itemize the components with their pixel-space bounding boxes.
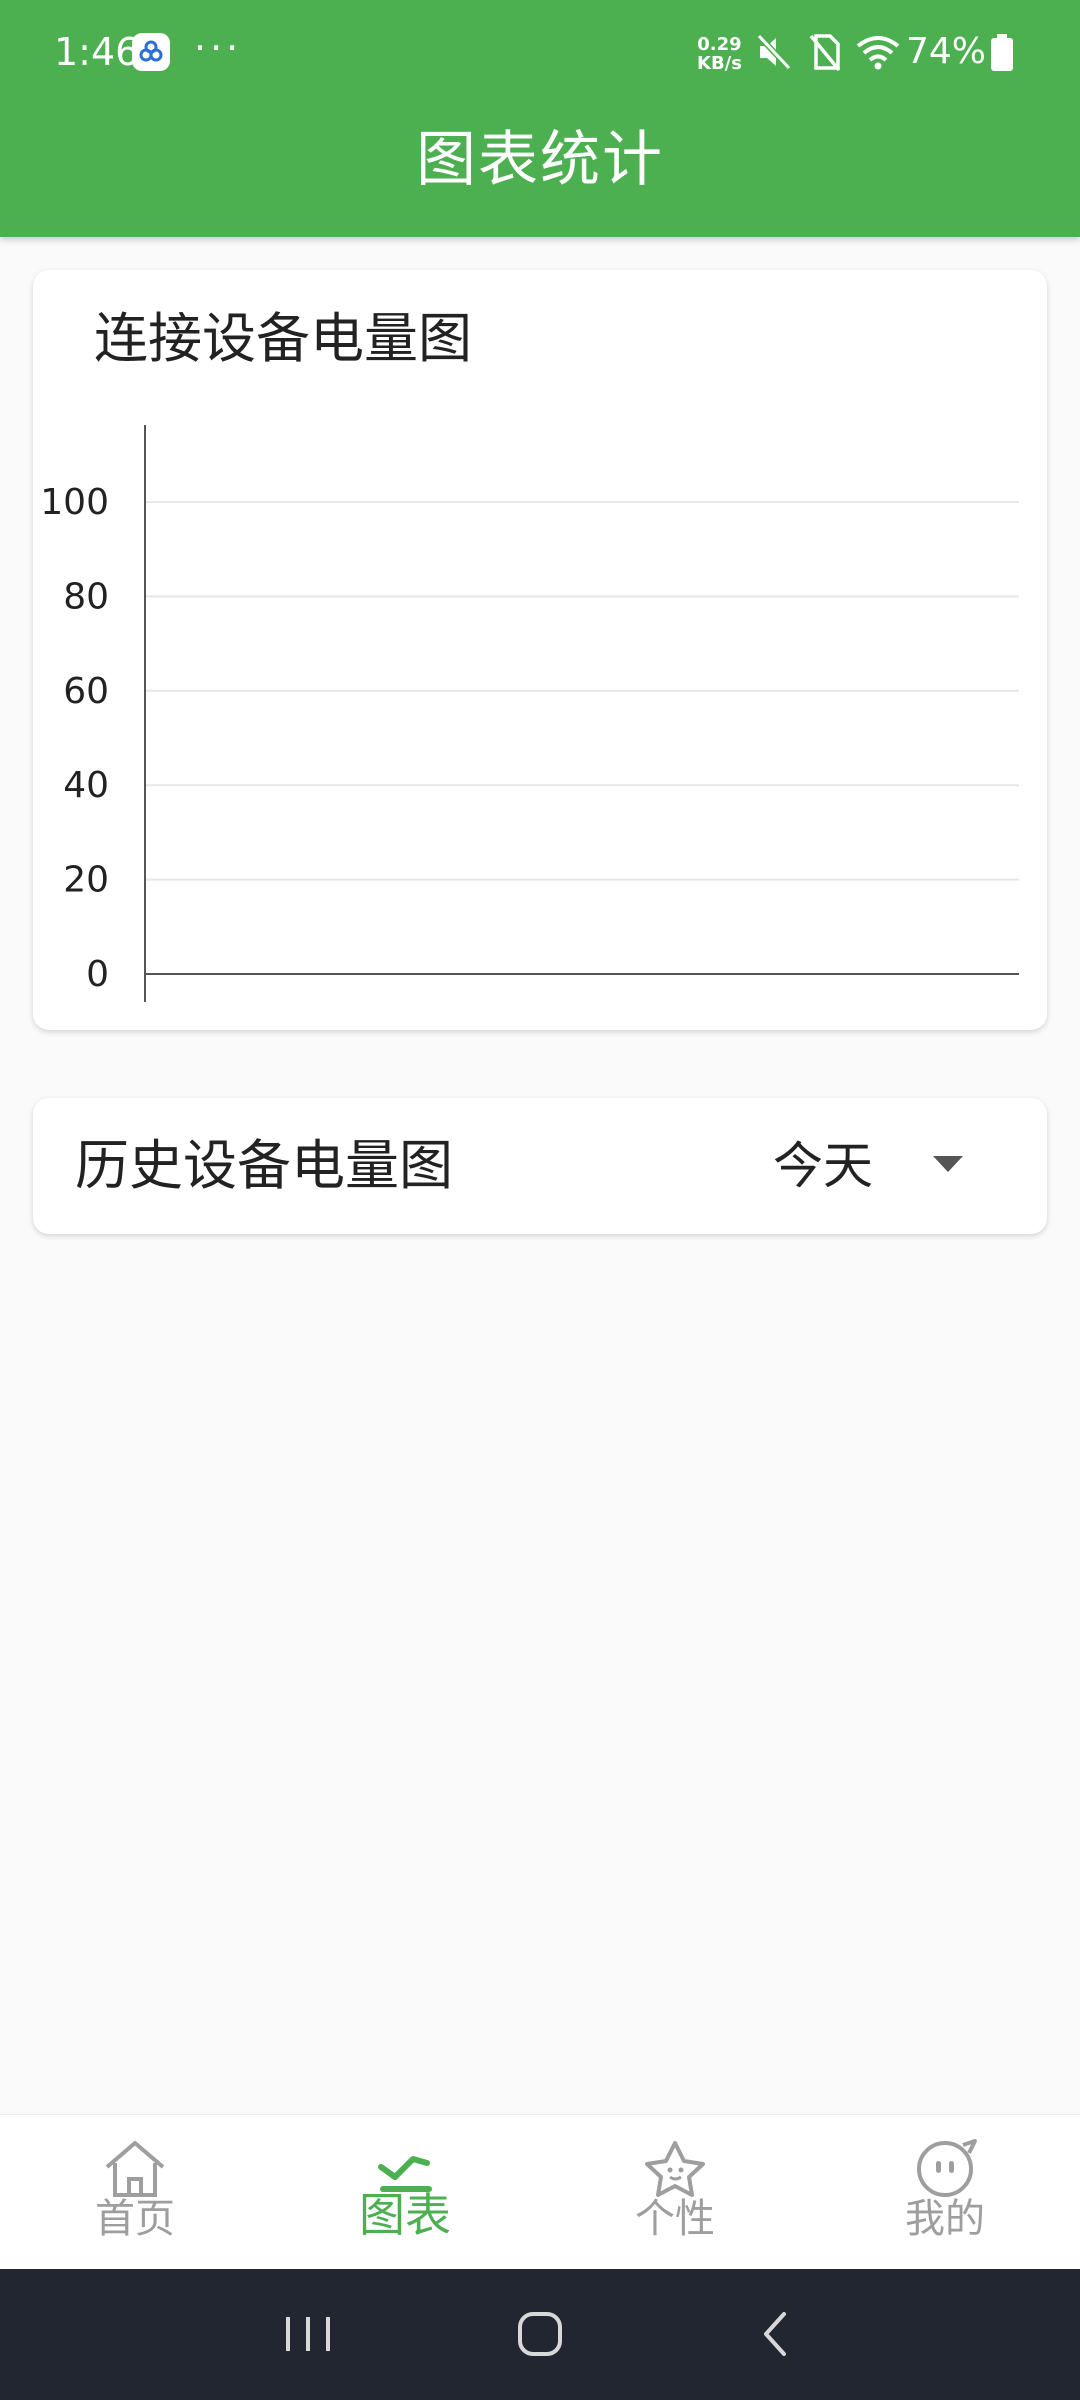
date-range-dropdown[interactable]: 今天 bbox=[733, 1122, 1033, 1210]
net-speed: 0.29 KB/s bbox=[697, 35, 742, 73]
net-speed-unit: KB/s bbox=[697, 53, 742, 74]
bottom-navigation: 首页 图表 个性 我的 bbox=[0, 2114, 1080, 2269]
nav-home-label: 首页 bbox=[95, 2196, 175, 2242]
nav-chart-label: 图表 bbox=[359, 2188, 451, 2242]
page-title: 图表统计 bbox=[416, 125, 664, 195]
battery-icon bbox=[990, 34, 1014, 76]
notification-app-icon bbox=[132, 33, 170, 71]
no-sim-icon bbox=[808, 32, 842, 76]
battery-chart: 0 20 40 60 80 100 bbox=[40, 425, 1019, 1002]
battery-percent: 74% bbox=[906, 31, 987, 72]
nav-mine-label: 我的 bbox=[905, 2196, 985, 2242]
home-button-icon[interactable] bbox=[514, 2299, 566, 2373]
nav-chart[interactable]: 图表 bbox=[270, 2115, 540, 2270]
date-range-value: 今天 bbox=[773, 1137, 873, 1195]
y-tick-label: 0 bbox=[86, 954, 109, 995]
recent-apps-icon[interactable] bbox=[282, 2299, 334, 2373]
nav-style-label: 个性 bbox=[635, 2196, 715, 2242]
nav-home[interactable]: 首页 bbox=[0, 2115, 270, 2270]
y-tick-label: 40 bbox=[63, 765, 109, 806]
y-tick-label: 100 bbox=[40, 482, 109, 523]
mute-icon bbox=[756, 32, 792, 76]
y-tick-label: 80 bbox=[63, 576, 109, 617]
history-battery-title: 历史设备电量图 bbox=[75, 1134, 453, 1197]
y-tick-label: 60 bbox=[63, 671, 109, 712]
system-navigation-bar bbox=[0, 2269, 1080, 2400]
nav-mine[interactable]: 我的 bbox=[810, 2115, 1080, 2270]
back-icon[interactable] bbox=[750, 2299, 802, 2373]
nav-style[interactable]: 个性 bbox=[540, 2115, 810, 2270]
connected-battery-card: 连接设备电量图 0 20 40 60 80 100 bbox=[33, 270, 1047, 1030]
status-more-icon: ··· bbox=[194, 26, 243, 70]
net-speed-value: 0.29 bbox=[697, 34, 742, 55]
wifi-icon bbox=[854, 32, 902, 76]
status-bar: 1:46 ··· 0.29 KB/s 74% bbox=[0, 0, 1080, 105]
dropdown-arrow-icon[interactable] bbox=[933, 1156, 963, 1178]
y-tick-label: 20 bbox=[63, 860, 109, 901]
history-battery-card: 历史设备电量图 今天 bbox=[33, 1098, 1047, 1234]
app-bar: 1:46 ··· 0.29 KB/s 74% 图表统计 bbox=[0, 0, 1080, 237]
status-time: 1:46 bbox=[54, 30, 140, 74]
